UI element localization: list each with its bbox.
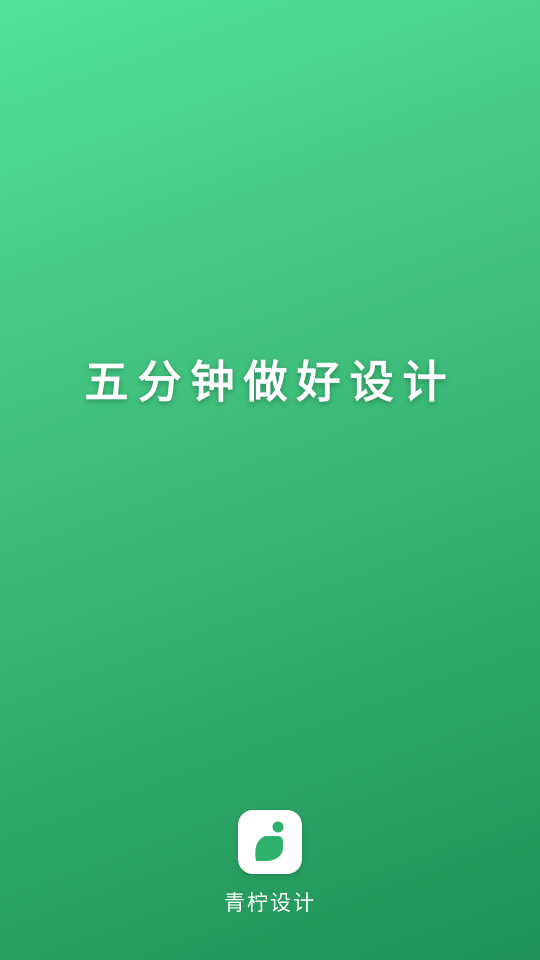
lime-leaf-logo-icon (255, 821, 284, 861)
app-icon (238, 810, 302, 874)
splash-screen: 五分钟做好设计 青柠设计 (0, 0, 540, 960)
app-name: 青柠设计 (224, 891, 316, 915)
splash-tagline: 五分钟做好设计 (84, 357, 456, 408)
brand-block: 青柠设计 (0, 810, 540, 918)
